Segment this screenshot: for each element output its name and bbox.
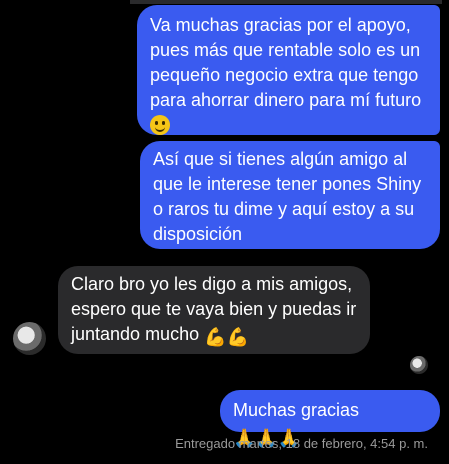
previous-message-bubble-edge [130, 0, 442, 4]
message-text: Muchas gracias [233, 400, 360, 420]
smiling-face-icon [150, 115, 170, 135]
read-receipt-avatar [410, 356, 428, 374]
outgoing-message-bubble[interactable]: Va muchas gracias por el apoyo, pues más… [137, 5, 440, 135]
message-text: Va muchas gracias por el apoyo, pues más… [150, 15, 422, 110]
delivery-status: Entregado martes, 18 de febrero, 4:54 p.… [175, 436, 428, 451]
incoming-message-bubble[interactable]: Claro bro yo les digo a mis amigos, espe… [58, 266, 370, 354]
message-text: Así que si tienes algún amigo al que le … [153, 149, 422, 244]
outgoing-message-bubble[interactable]: Muchas gracias 🙏🙏🙏 [220, 390, 440, 448]
contact-avatar[interactable] [13, 322, 46, 355]
outgoing-message-bubble[interactable]: Así que si tienes algún amigo al que le … [140, 141, 440, 249]
flexed-biceps-icon: 💪💪 [204, 327, 249, 347]
